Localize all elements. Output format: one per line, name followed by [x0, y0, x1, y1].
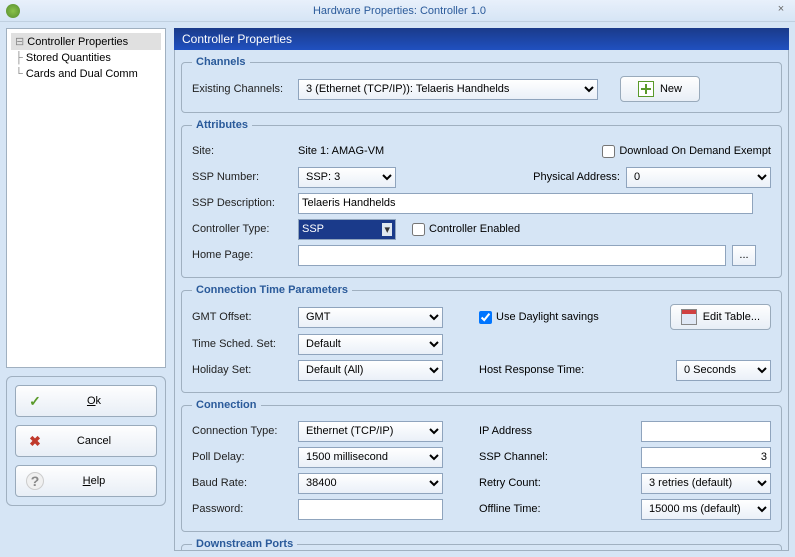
holiday-set-label: Holiday Set:: [192, 364, 292, 376]
retry-count-select[interactable]: 3 retries (default): [641, 473, 771, 494]
existing-channels-label: Existing Channels:: [192, 83, 292, 95]
window-title: Hardware Properties: Controller 1.0: [26, 5, 773, 17]
edit-table-button[interactable]: Edit Table...: [670, 304, 771, 330]
gmt-offset-label: GMT Offset:: [192, 311, 292, 323]
holiday-set-select[interactable]: Default (All): [298, 360, 443, 381]
attributes-legend: Attributes: [192, 119, 252, 131]
site-label: Site:: [192, 145, 292, 157]
tree-item-controller-properties[interactable]: ⊟ Controller Properties: [11, 33, 161, 50]
retry-count-label: Retry Count:: [479, 477, 559, 489]
help-label: elp: [91, 475, 106, 487]
cancel-button[interactable]: ✖ Cancel: [15, 425, 157, 457]
host-response-label: Host Response Time:: [479, 364, 584, 376]
tree-item-stored-quantities[interactable]: ├ Stored Quantities: [11, 50, 161, 66]
title-bar: Hardware Properties: Controller 1.0 ×: [0, 0, 795, 22]
attributes-group: Attributes Site: Site 1: AMAG-VM Downloa…: [181, 119, 782, 278]
edit-table-label: Edit Table...: [703, 311, 760, 323]
ssp-description-input[interactable]: [298, 193, 753, 214]
help-button[interactable]: ? Help: [15, 465, 157, 497]
dod-exempt-label: Download On Demand Exempt: [619, 145, 771, 157]
cancel-label: Cancel: [60, 435, 128, 447]
browse-button[interactable]: ...: [732, 245, 756, 266]
channels-legend: Channels: [192, 56, 250, 68]
calendar-icon: [681, 309, 697, 325]
ip-address-label: IP Address: [479, 425, 559, 437]
connection-type-label: Connection Type:: [192, 425, 292, 437]
host-response-select[interactable]: 0 Seconds: [676, 360, 771, 381]
downstream-group: Downstream Ports Downstream Baud Rate: 3…: [181, 538, 782, 551]
connection-type-select[interactable]: Ethernet (TCP/IP): [298, 421, 443, 442]
nav-tree: ⊟ Controller Properties ├ Stored Quantit…: [6, 28, 166, 368]
close-icon[interactable]: ×: [773, 3, 789, 19]
connection-time-group: Connection Time Parameters GMT Offset: G…: [181, 284, 782, 393]
time-sched-label: Time Sched. Set:: [192, 338, 292, 350]
tree-item-cards-dual-comm[interactable]: └ Cards and Dual Comm: [11, 66, 161, 82]
ip-address-input[interactable]: [641, 421, 771, 442]
ssp-channel-input[interactable]: [641, 447, 771, 468]
dod-exempt-checkbox[interactable]: [602, 145, 615, 158]
help-icon: ?: [26, 472, 44, 490]
password-input[interactable]: [298, 499, 443, 520]
controller-type-label: Controller Type:: [192, 223, 292, 235]
connection-group: Connection Connection Type: Ethernet (TC…: [181, 399, 782, 532]
poll-delay-label: Poll Delay:: [192, 451, 292, 463]
check-icon: ✓: [26, 392, 44, 410]
offline-time-select[interactable]: 15000 ms (default): [641, 499, 771, 520]
poll-delay-select[interactable]: 1500 millisecond: [298, 447, 443, 468]
channels-group: Channels Existing Channels: 3 (Ethernet …: [181, 56, 782, 113]
gmt-offset-select[interactable]: GMT: [298, 307, 443, 328]
password-label: Password:: [192, 503, 292, 515]
app-icon: [6, 4, 20, 18]
new-label: New: [660, 83, 682, 95]
baud-rate-label: Baud Rate:: [192, 477, 292, 489]
controller-enabled-checkbox[interactable]: [412, 223, 425, 236]
connection-legend: Connection: [192, 399, 261, 411]
home-page-label: Home Page:: [192, 249, 292, 261]
action-buttons: ✓ Ok ✖ Cancel ? Help: [6, 376, 166, 506]
baud-rate-select[interactable]: 38400: [298, 473, 443, 494]
site-value: Site 1: AMAG-VM: [298, 145, 498, 157]
ok-label: k: [96, 395, 102, 407]
ssp-description-label: SSP Description:: [192, 197, 292, 209]
daylight-label: Use Daylight savings: [496, 311, 599, 323]
ssp-number-select[interactable]: SSP: 3: [298, 167, 396, 188]
cross-icon: ✖: [26, 432, 44, 450]
offline-time-label: Offline Time:: [479, 503, 559, 515]
daylight-checkbox[interactable]: [479, 311, 492, 324]
home-page-input[interactable]: [298, 245, 726, 266]
conntime-legend: Connection Time Parameters: [192, 284, 352, 296]
controller-enabled-label: Controller Enabled: [429, 223, 520, 235]
ssp-channel-label: SSP Channel:: [479, 451, 559, 463]
time-sched-select[interactable]: Default: [298, 334, 443, 355]
ssp-number-label: SSP Number:: [192, 171, 292, 183]
controller-type-select[interactable]: SSP▾: [298, 219, 396, 240]
new-button[interactable]: New: [620, 76, 700, 102]
physical-address-label: Physical Address:: [533, 171, 620, 183]
downstream-legend: Downstream Ports: [192, 538, 297, 550]
existing-channels-select[interactable]: 3 (Ethernet (TCP/IP)): Telaeris Handheld…: [298, 79, 598, 100]
plus-icon: [638, 81, 654, 97]
panel-header: Controller Properties: [174, 28, 789, 50]
physical-address-select[interactable]: 0: [626, 167, 771, 188]
ok-button[interactable]: ✓ Ok: [15, 385, 157, 417]
